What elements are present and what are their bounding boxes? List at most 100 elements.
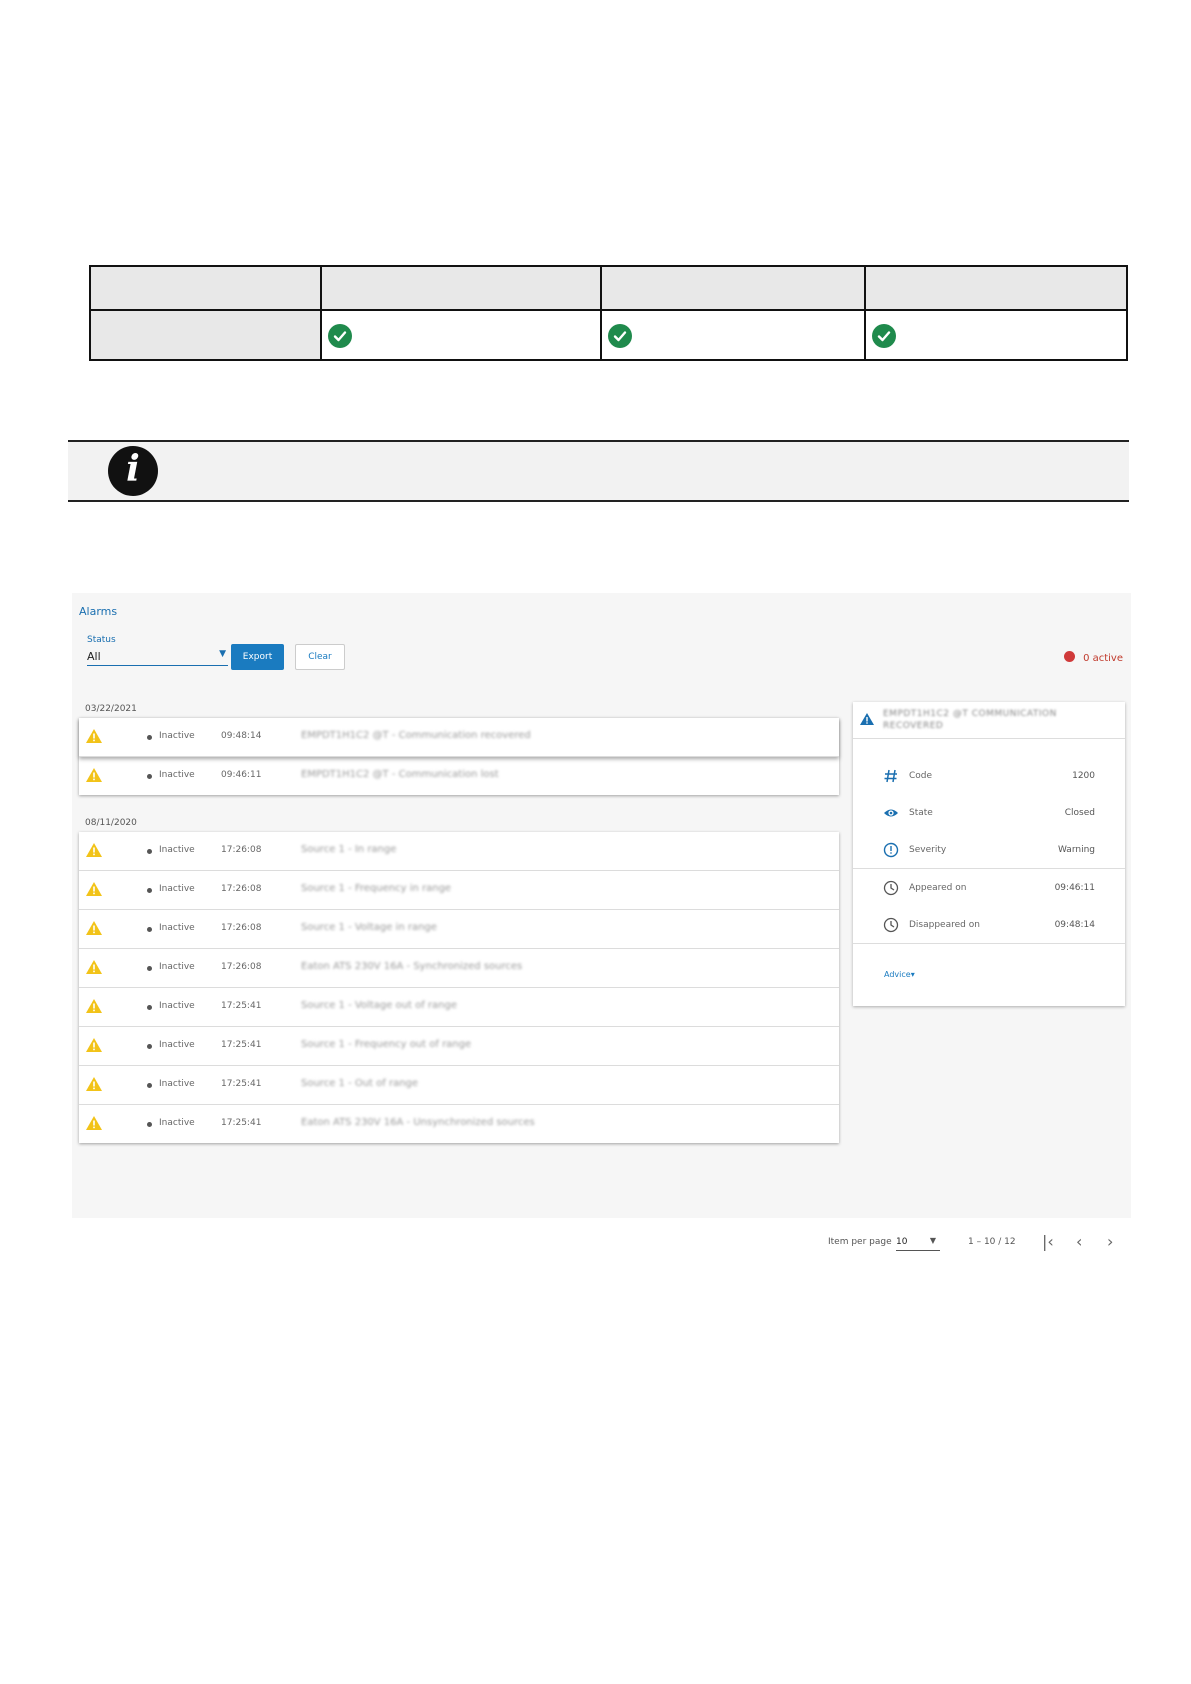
- alarms-panel: Alarms Status All ▼ Export Clear 0 activ…: [72, 593, 1131, 1218]
- alarm-row[interactable]: Inactive 17:25:41 Source 1 - Voltage out…: [79, 988, 839, 1027]
- alarm-time: 17:26:08: [221, 923, 262, 933]
- alarm-time: 17:26:08: [221, 845, 262, 855]
- table-cell: [864, 309, 1128, 361]
- detail-key: Severity: [909, 845, 947, 855]
- alarm-row[interactable]: Inactive 17:26:08 Source 1 - Voltage in …: [79, 910, 839, 949]
- items-per-page-label: Item per page: [828, 1237, 892, 1247]
- state-dot-icon: [147, 927, 152, 932]
- alarm-description: Source 1 - Frequency in range: [301, 883, 452, 894]
- active-alarms-badge: 0 active: [1064, 651, 1123, 664]
- caret-down-icon: ▼: [929, 1236, 936, 1245]
- detail-row-appeared: Appeared on 09:46:11: [853, 869, 1125, 906]
- alarm-state: Inactive: [159, 962, 195, 972]
- alarm-description: Eaton ATS 230V 16A - Synchronized source…: [301, 961, 523, 972]
- alarm-row[interactable]: Inactive 17:26:08 Eaton ATS 230V 16A - S…: [79, 949, 839, 988]
- state-dot-icon: [147, 849, 152, 854]
- alert-triangle-icon: [860, 713, 874, 725]
- alarm-row[interactable]: Inactive 17:25:41 Eaton ATS 230V 16A - U…: [79, 1105, 839, 1143]
- alarm-list: Inactive 17:26:08 Source 1 - In range In…: [79, 832, 839, 1143]
- alarm-state: Inactive: [159, 1040, 195, 1050]
- page-range: 1 – 10 / 12: [968, 1237, 1016, 1247]
- check-circle-icon: [872, 324, 896, 348]
- advice-link[interactable]: Advice▾: [884, 970, 915, 979]
- next-page-icon[interactable]: ›: [1107, 1232, 1113, 1251]
- detail-row-disappeared: Disappeared on 09:48:14: [853, 906, 1125, 944]
- detail-key: State: [909, 808, 933, 818]
- alarm-detail-panel: EMPDT1H1C2 @T COMMUNICATION RECOVERED Co…: [853, 702, 1125, 1006]
- state-dot-icon: [147, 1005, 152, 1010]
- detail-key: Appeared on: [909, 883, 967, 893]
- alarm-state: Inactive: [159, 1079, 195, 1089]
- active-count: 0 active: [1083, 653, 1123, 664]
- table-cell: [320, 309, 602, 361]
- detail-value: 1200: [1072, 771, 1095, 781]
- detail-row-state: State Closed: [853, 794, 1125, 831]
- alarm-time: 17:25:41: [221, 1040, 262, 1050]
- info-icon: i: [108, 446, 158, 496]
- alarm-row[interactable]: Inactive 17:26:08 Source 1 - In range: [79, 832, 839, 871]
- alarm-row[interactable]: Inactive 17:25:41 Source 1 - Frequency o…: [79, 1027, 839, 1066]
- state-dot-icon: [147, 1122, 152, 1127]
- alarm-row[interactable]: Inactive 09:46:11 EMPDT1H1C2 @T - Commun…: [79, 757, 839, 795]
- status-filter-select[interactable]: All ▼: [87, 647, 228, 666]
- alarm-list: Inactive 09:48:14 EMPDT1H1C2 @T - Commun…: [79, 718, 839, 795]
- warning-icon: [86, 960, 102, 974]
- alarm-state: Inactive: [159, 1001, 195, 1011]
- detail-row-severity: Severity Warning: [853, 831, 1125, 869]
- page-title: Alarms: [79, 605, 118, 618]
- alarm-time: 17:25:41: [221, 1079, 262, 1089]
- state-dot-icon: [147, 966, 152, 971]
- status-dot-icon: [1064, 651, 1076, 662]
- alarm-time: 17:25:41: [221, 1118, 262, 1128]
- alarm-row[interactable]: Inactive 17:26:08 Source 1 - Frequency i…: [79, 871, 839, 910]
- alarm-description: Eaton ATS 230V 16A - Unsynchronized sour…: [301, 1117, 535, 1128]
- alarm-description: EMPDT1H1C2 @T - Communication recovered: [301, 730, 531, 741]
- alarm-time: 09:48:14: [221, 731, 262, 741]
- items-per-page-value: 10: [896, 1237, 908, 1247]
- table-row-label: [89, 309, 322, 361]
- clear-button[interactable]: Clear: [295, 644, 345, 670]
- alarm-row[interactable]: Inactive 17:25:41 Source 1 - Out of rang…: [79, 1066, 839, 1105]
- state-dot-icon: [147, 1083, 152, 1088]
- detail-title: EMPDT1H1C2 @T COMMUNICATION RECOVERED: [883, 709, 1057, 731]
- advice-label: Advice: [884, 970, 911, 979]
- warning-icon: [86, 843, 102, 857]
- alarm-state: Inactive: [159, 731, 195, 741]
- alarm-time: 09:46:11: [221, 770, 262, 780]
- warning-icon: [86, 921, 102, 935]
- alarm-state: Inactive: [159, 884, 195, 894]
- status-filter-label: Status: [87, 635, 116, 645]
- alarm-description: Source 1 - Voltage in range: [301, 922, 437, 933]
- detail-key: Code: [909, 771, 933, 781]
- detail-row-code: Code 1200: [853, 757, 1125, 794]
- check-circle-icon: [328, 324, 352, 348]
- alarm-state: Inactive: [159, 923, 195, 933]
- state-dot-icon: [147, 735, 152, 740]
- check-circle-icon: [608, 324, 632, 348]
- alarm-description: Source 1 - In range: [301, 844, 397, 855]
- alarm-time: 17:26:08: [221, 884, 262, 894]
- alarm-state: Inactive: [159, 770, 195, 780]
- detail-value: Closed: [1064, 808, 1095, 818]
- alarm-state: Inactive: [159, 845, 195, 855]
- alarm-description: EMPDT1H1C2 @T - Communication lost: [301, 769, 499, 780]
- alarm-description: Source 1 - Frequency out of range: [301, 1039, 472, 1050]
- detail-value: Warning: [1057, 845, 1095, 855]
- info-note: i: [68, 440, 1129, 502]
- previous-page-icon[interactable]: ‹: [1076, 1232, 1082, 1251]
- table-cell: [600, 309, 866, 361]
- warning-icon: [86, 882, 102, 896]
- warning-icon: [86, 1116, 102, 1130]
- group-date: 08/11/2020: [85, 818, 137, 828]
- alarm-state: Inactive: [159, 1118, 195, 1128]
- alarm-row[interactable]: Inactive 09:48:14 EMPDT1H1C2 @T - Commun…: [79, 718, 839, 757]
- first-page-icon[interactable]: |‹: [1042, 1232, 1054, 1251]
- pagination: Item per page 10 ▼ 1 – 10 / 12 |‹ ‹ ›: [0, 1228, 1191, 1258]
- table-header-cell: [89, 265, 322, 311]
- warning-icon: [86, 1038, 102, 1052]
- table-header-cell: [320, 265, 602, 311]
- state-dot-icon: [147, 774, 152, 779]
- items-per-page-select[interactable]: 10 ▼: [896, 1236, 940, 1251]
- warning-icon: [86, 999, 102, 1013]
- export-button[interactable]: Export: [231, 644, 284, 670]
